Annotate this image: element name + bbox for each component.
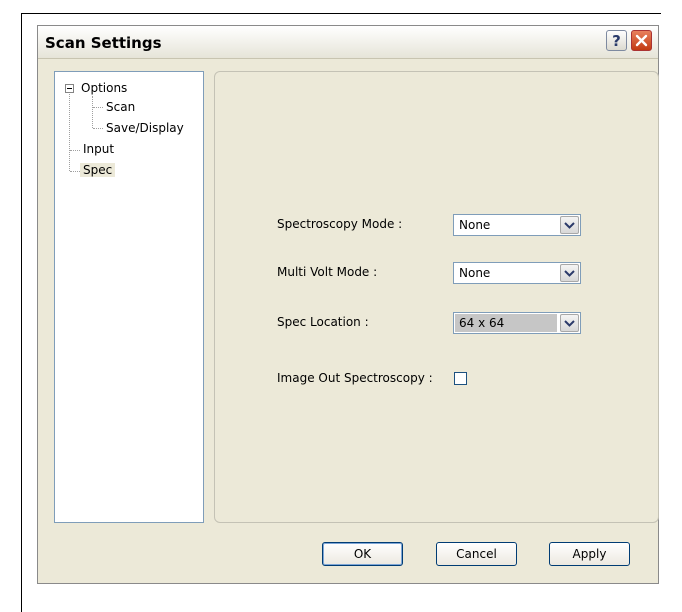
spectroscopy-mode-label: Spectroscopy Mode : <box>277 217 403 231</box>
scan-settings-dialog: Scan Settings ? Options Scan Save/Displa… <box>37 25 659 584</box>
spec-settings-panel: Spectroscopy Mode : None Multi Volt Mode… <box>214 71 659 523</box>
spec-location-value: 64 x 64 <box>459 316 505 330</box>
spectroscopy-mode-select[interactable]: None <box>453 214 581 236</box>
help-button[interactable]: ? <box>606 30 627 51</box>
image-out-spectroscopy-label: Image Out Spectroscopy : <box>277 371 433 385</box>
tree-item-scan[interactable]: Scan <box>106 100 135 114</box>
multi-volt-mode-value: None <box>459 266 491 280</box>
tree-item-label: Scan <box>106 100 136 114</box>
background-frame-left-line <box>21 13 22 612</box>
ok-button-label: OK <box>353 547 372 561</box>
tree-item-label: Options <box>81 81 128 95</box>
spectroscopy-mode-value: None <box>459 218 491 232</box>
tree-item-label: Spec <box>80 163 116 177</box>
tree-item-spec[interactable]: Spec <box>80 163 116 177</box>
tree-item-input[interactable]: Input <box>83 142 114 156</box>
tree-item-save-display[interactable]: Save/Display <box>106 121 184 135</box>
tree-item-label: Input <box>83 142 115 156</box>
tree-connector-line <box>93 107 103 108</box>
close-button[interactable] <box>631 30 652 51</box>
tree-item-options[interactable]: Options <box>81 81 127 95</box>
tree-connector-line <box>70 171 80 172</box>
multi-volt-mode-select[interactable]: None <box>453 262 581 284</box>
tree-item-label: Save/Display <box>106 121 184 135</box>
question-mark-icon: ? <box>612 31 621 50</box>
collapse-minus-icon[interactable] <box>65 84 74 93</box>
chevron-down-icon[interactable] <box>560 314 579 332</box>
window-title: Scan Settings <box>45 34 162 52</box>
title-bar[interactable]: Scan Settings ? <box>38 26 658 59</box>
settings-tree[interactable]: Options Scan Save/Display Input Spec <box>54 71 204 523</box>
apply-button[interactable]: Apply <box>549 542 630 566</box>
cancel-button[interactable]: Cancel <box>436 542 517 566</box>
multi-volt-mode-label: Multi Volt Mode : <box>277 265 378 279</box>
chevron-down-icon[interactable] <box>560 216 579 234</box>
apply-button-label: Apply <box>572 547 607 561</box>
cancel-button-label: Cancel <box>456 547 497 561</box>
spec-location-label: Spec Location : <box>277 315 369 329</box>
tree-connector-line <box>70 150 80 151</box>
background-frame-top-line <box>21 13 661 14</box>
close-icon <box>635 34 648 47</box>
chevron-down-icon[interactable] <box>560 264 579 282</box>
tree-connector-line <box>92 96 93 128</box>
image-out-spectroscopy-checkbox[interactable] <box>454 372 467 385</box>
spec-location-select[interactable]: 64 x 64 <box>453 312 581 334</box>
tree-connector-line <box>93 128 103 129</box>
ok-button[interactable]: OK <box>322 542 403 566</box>
tree-connector-line <box>69 94 70 171</box>
